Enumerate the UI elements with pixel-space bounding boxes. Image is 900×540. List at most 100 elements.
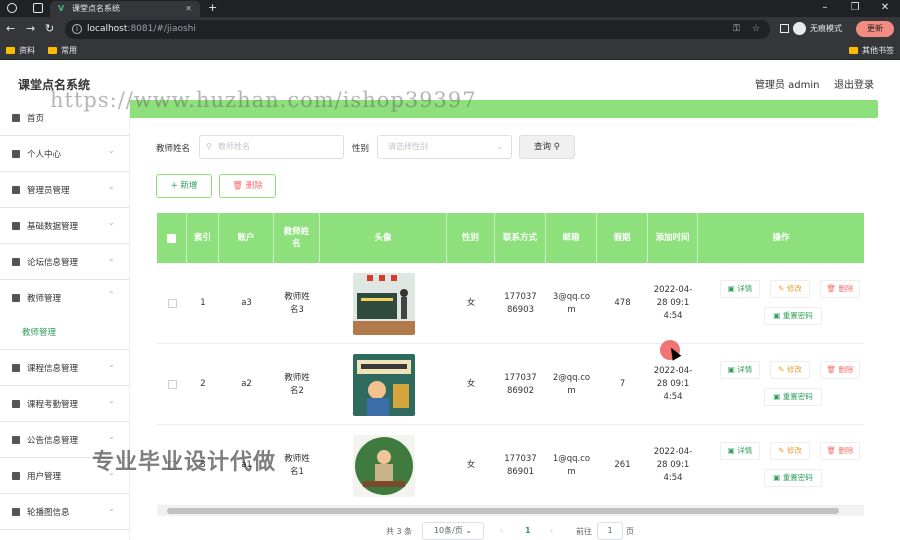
page-number[interactable]: 1 [525, 526, 531, 535]
detail-label: 详情 [737, 365, 753, 374]
user-icon [12, 150, 20, 158]
watermark-text: https://www.huzhan.com/ishop39397 [50, 88, 477, 112]
select-all-checkbox[interactable] [167, 233, 176, 243]
browser-tab[interactable]: V 课堂点名系统 ✕ [50, 1, 200, 17]
chevron-down-icon: ⌄ [108, 504, 115, 513]
chevron-down-icon: ⌄ [108, 146, 115, 155]
col-phone[interactable]: 联系方式 [495, 213, 546, 263]
sidepanel-icon[interactable] [780, 24, 789, 33]
forward-icon[interactable]: → [26, 22, 35, 35]
reload-icon[interactable]: ↻ [45, 22, 54, 35]
sidebar-item-attendance[interactable]: 课程考勤管理 ⌄ [0, 386, 130, 422]
browser-menu-icon[interactable] [7, 3, 17, 13]
notice-icon [12, 436, 20, 444]
sidebar-item-admin[interactable]: 管理员管理 ⌄ [0, 172, 130, 208]
row-select-cell[interactable] [157, 263, 187, 344]
col-email[interactable]: 邮箱 [546, 213, 597, 263]
new-tab-button[interactable]: + [208, 0, 217, 16]
select-all-cell[interactable] [157, 213, 187, 263]
col-index[interactable]: 索引 [187, 213, 219, 263]
delete-button[interactable]: 🗑 删除 [820, 280, 860, 298]
add-button[interactable]: + 新增 [156, 174, 212, 198]
teacher-icon [12, 294, 20, 302]
edit-button[interactable]: ✎ 修改 [770, 361, 810, 379]
sidebar-item-forum[interactable]: 论坛信息管理 ⌄ [0, 244, 130, 280]
row-select-cell[interactable] [157, 344, 187, 425]
goto-page-input[interactable]: 1 [597, 522, 623, 540]
query-button[interactable]: 查询 ⚲ [519, 135, 575, 159]
page-suffix: 页 [626, 527, 634, 536]
col-gender[interactable]: 性别 [447, 213, 495, 263]
cell-phone: 17703786903 [504, 291, 537, 315]
row-checkbox[interactable] [167, 299, 177, 308]
sidebar-item-carousel[interactable]: 轮播图信息 ⌄ [0, 494, 130, 530]
reset-password-button[interactable]: ▣ 重置密码 [764, 469, 822, 487]
reset-password-label: 重置密码 [782, 392, 813, 401]
key-icon[interactable]: ⚿ [733, 20, 740, 39]
sidebar-item-profile[interactable]: 个人中心 ⌄ [0, 136, 130, 172]
incognito-icon [793, 22, 806, 35]
delete-button[interactable]: 🗑 删除 [820, 442, 860, 460]
cell-gender: 女 [466, 379, 476, 389]
horizontal-scrollbar[interactable] [157, 506, 864, 516]
cell-avatar [320, 344, 447, 425]
maximize-icon[interactable]: ❐ [840, 0, 870, 17]
url-input[interactable]: i localhost:8081/#/jiaoshi ⚿ ☆ [65, 20, 770, 39]
prev-page-button[interactable]: ‹ [500, 526, 503, 535]
edit-button[interactable]: ✎ 修改 [770, 280, 810, 298]
detail-button[interactable]: ▣ 详情 [720, 442, 760, 460]
site-info-icon[interactable]: i [72, 24, 82, 34]
bookmark-folder[interactable]: 常用 [48, 45, 77, 56]
goto-label: 前往 [576, 527, 592, 536]
bookmark-label: 常用 [61, 46, 77, 55]
edit-button[interactable]: ✎ 修改 [770, 442, 810, 460]
detail-button[interactable]: ▣ 详情 [720, 280, 760, 298]
reset-password-button[interactable]: ▣ 重置密码 [764, 307, 822, 325]
sidebar-item-basedata[interactable]: 基础数据管理 ⌄ [0, 208, 130, 244]
page-size-select[interactable]: 10条/页 ⌄ [422, 522, 484, 540]
bookmark-folder[interactable]: 资料 [6, 45, 35, 56]
trash-icon: 🗑 [232, 181, 244, 191]
sidebar-item-label: 个人中心 [27, 150, 62, 160]
close-window-icon[interactable]: ✕ [870, 0, 900, 17]
update-button[interactable]: 更新 [856, 21, 894, 37]
minimize-icon[interactable]: – [810, 0, 840, 17]
sidebar-item-course[interactable]: 课程信息管理 ⌄ [0, 350, 130, 386]
row-checkbox[interactable] [167, 380, 177, 389]
cell-avatar [320, 263, 447, 344]
next-page-button[interactable]: › [550, 526, 553, 535]
col-holiday[interactable]: 假期 [597, 213, 648, 263]
other-bookmarks[interactable]: 其他书签 [849, 45, 894, 56]
users-icon [12, 472, 20, 480]
sidebar-item-label: 用户管理 [27, 472, 62, 482]
detail-button[interactable]: ▣ 详情 [720, 361, 760, 379]
tab-search-icon[interactable] [33, 3, 43, 13]
batch-delete-button[interactable]: 🗑 删除 [219, 174, 276, 198]
bookmark-star-icon[interactable]: ☆ [752, 20, 760, 39]
teacher-name-input[interactable]: ⚲ 教师姓名 [199, 135, 344, 159]
cell-time: 2022-04-28 09:14:54 [653, 285, 693, 321]
col-name[interactable]: 教师姓名 [274, 213, 320, 263]
search-icon: ⚲ [553, 142, 560, 152]
sidebar-item-label: 教师管理 [27, 294, 62, 304]
attendance-icon [12, 400, 20, 408]
url-path: :8081/#/jiaoshi [127, 24, 196, 34]
sidebar-item-label: 公告信息管理 [27, 436, 79, 446]
reset-password-button[interactable]: ▣ 重置密码 [764, 388, 822, 406]
sidebar-subitem-teacher[interactable]: 教师管理 [22, 326, 56, 338]
back-icon[interactable]: ← [6, 22, 15, 35]
col-time[interactable]: 添加时间 [648, 213, 698, 263]
col-avatar[interactable]: 头像 [320, 213, 447, 263]
sidebar-item-label: 课程信息管理 [27, 364, 79, 374]
logout-link[interactable]: 退出登录 [834, 76, 874, 91]
close-tab-icon[interactable]: ✕ [185, 1, 192, 17]
home-icon [12, 114, 20, 122]
col-account[interactable]: 账户 [219, 213, 274, 263]
cell-index: 1 [200, 298, 206, 308]
gender-select[interactable]: 请选择性别 ⌄ [377, 135, 512, 159]
scrollbar-thumb[interactable] [167, 508, 839, 514]
delete-button[interactable]: 🗑 删除 [820, 361, 860, 379]
sidebar-item-teacher[interactable]: 教师管理 ⌃ [0, 280, 130, 350]
incognito-indicator[interactable]: 无痕模式 [780, 22, 842, 35]
page-size-value: 10条/页 [433, 526, 463, 535]
